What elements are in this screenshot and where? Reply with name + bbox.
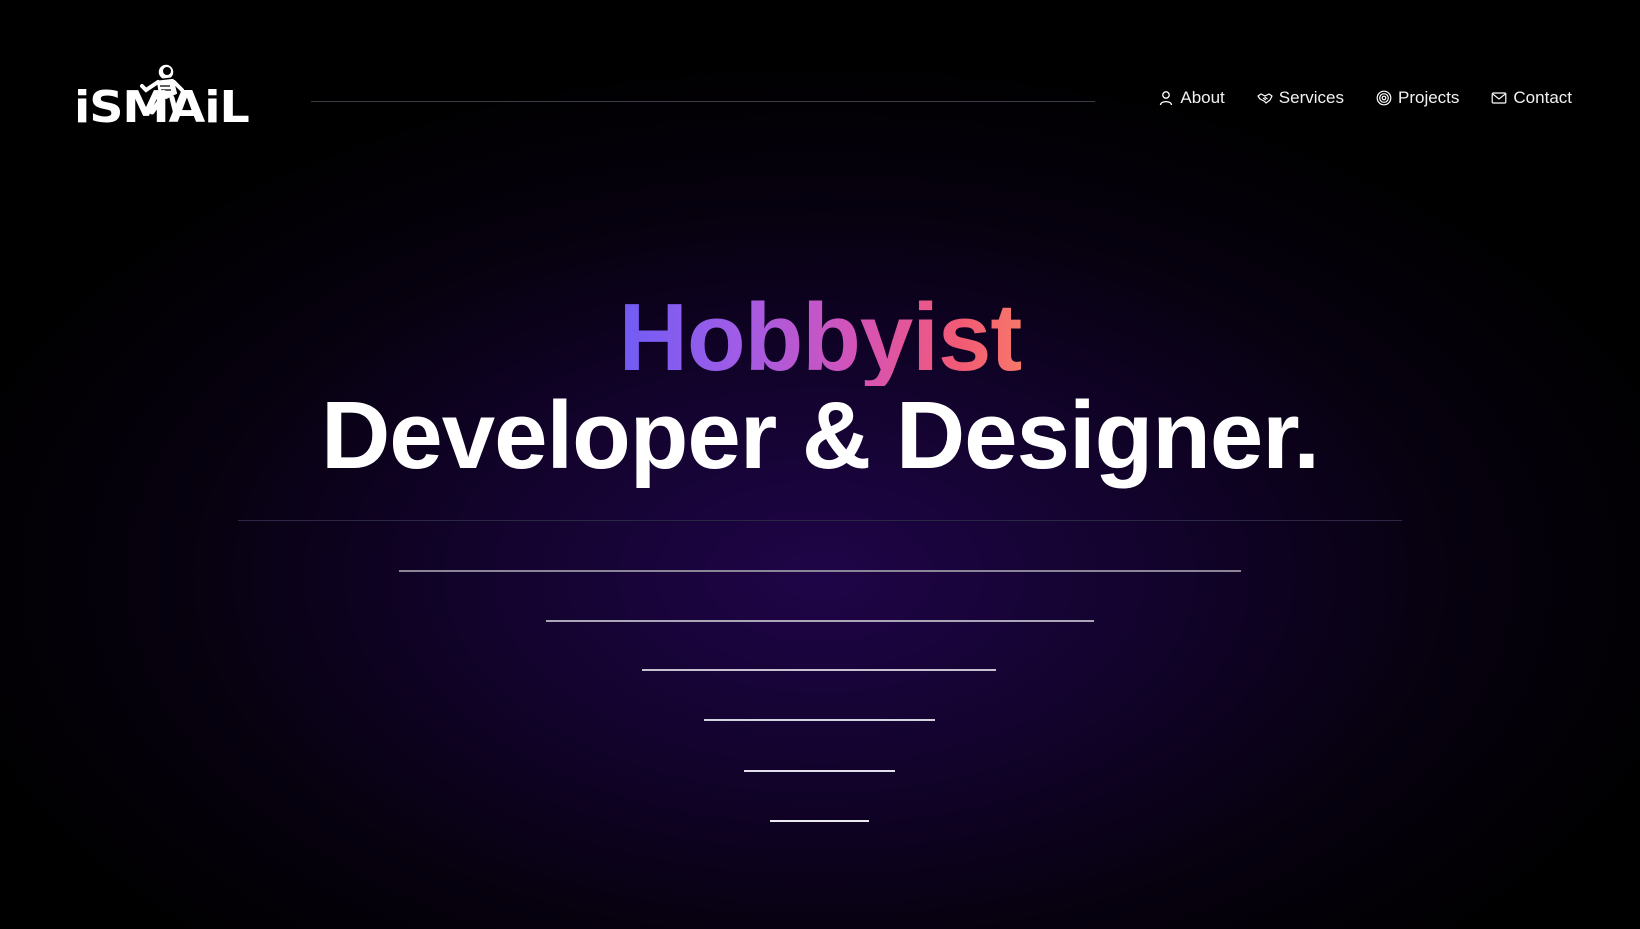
hero-section: Hobbyist Developer & Designer. (0, 290, 1640, 484)
handshake-icon (1257, 93, 1273, 104)
decorative-stripe (238, 520, 1402, 521)
target-icon (1376, 90, 1392, 106)
mail-icon (1492, 92, 1507, 104)
nav-item-projects[interactable]: Projects (1376, 88, 1459, 108)
decorative-stripe (704, 719, 935, 721)
nav-label: Projects (1397, 88, 1460, 107)
decorative-stripe (642, 669, 996, 671)
nav-label: About (1180, 88, 1225, 107)
decorative-stripe (770, 820, 869, 822)
decorative-stripe (744, 770, 895, 772)
nav-label: Services (1278, 88, 1344, 107)
logo-wordmark: iSMAiL (74, 82, 250, 133)
nav-label: Contact (1513, 88, 1572, 107)
hero-title-gradient: Hobbyist (618, 284, 1023, 391)
hero-title: Developer & Designer. (320, 382, 1320, 489)
nav-item-services[interactable]: Services (1257, 88, 1344, 108)
nav-item-contact[interactable]: Contact (1491, 88, 1572, 108)
site-logo[interactable]: iSMAiL (74, 60, 250, 130)
main-nav: About Services Projects Contact (1158, 88, 1572, 108)
decorative-stripe (399, 570, 1241, 572)
nav-item-about[interactable]: About (1158, 88, 1225, 108)
header-divider (311, 101, 1095, 102)
user-icon (1160, 91, 1173, 106)
decorative-stripe (546, 620, 1094, 622)
site-header: iSMAiL About Services Projects Contact (0, 0, 1640, 200)
